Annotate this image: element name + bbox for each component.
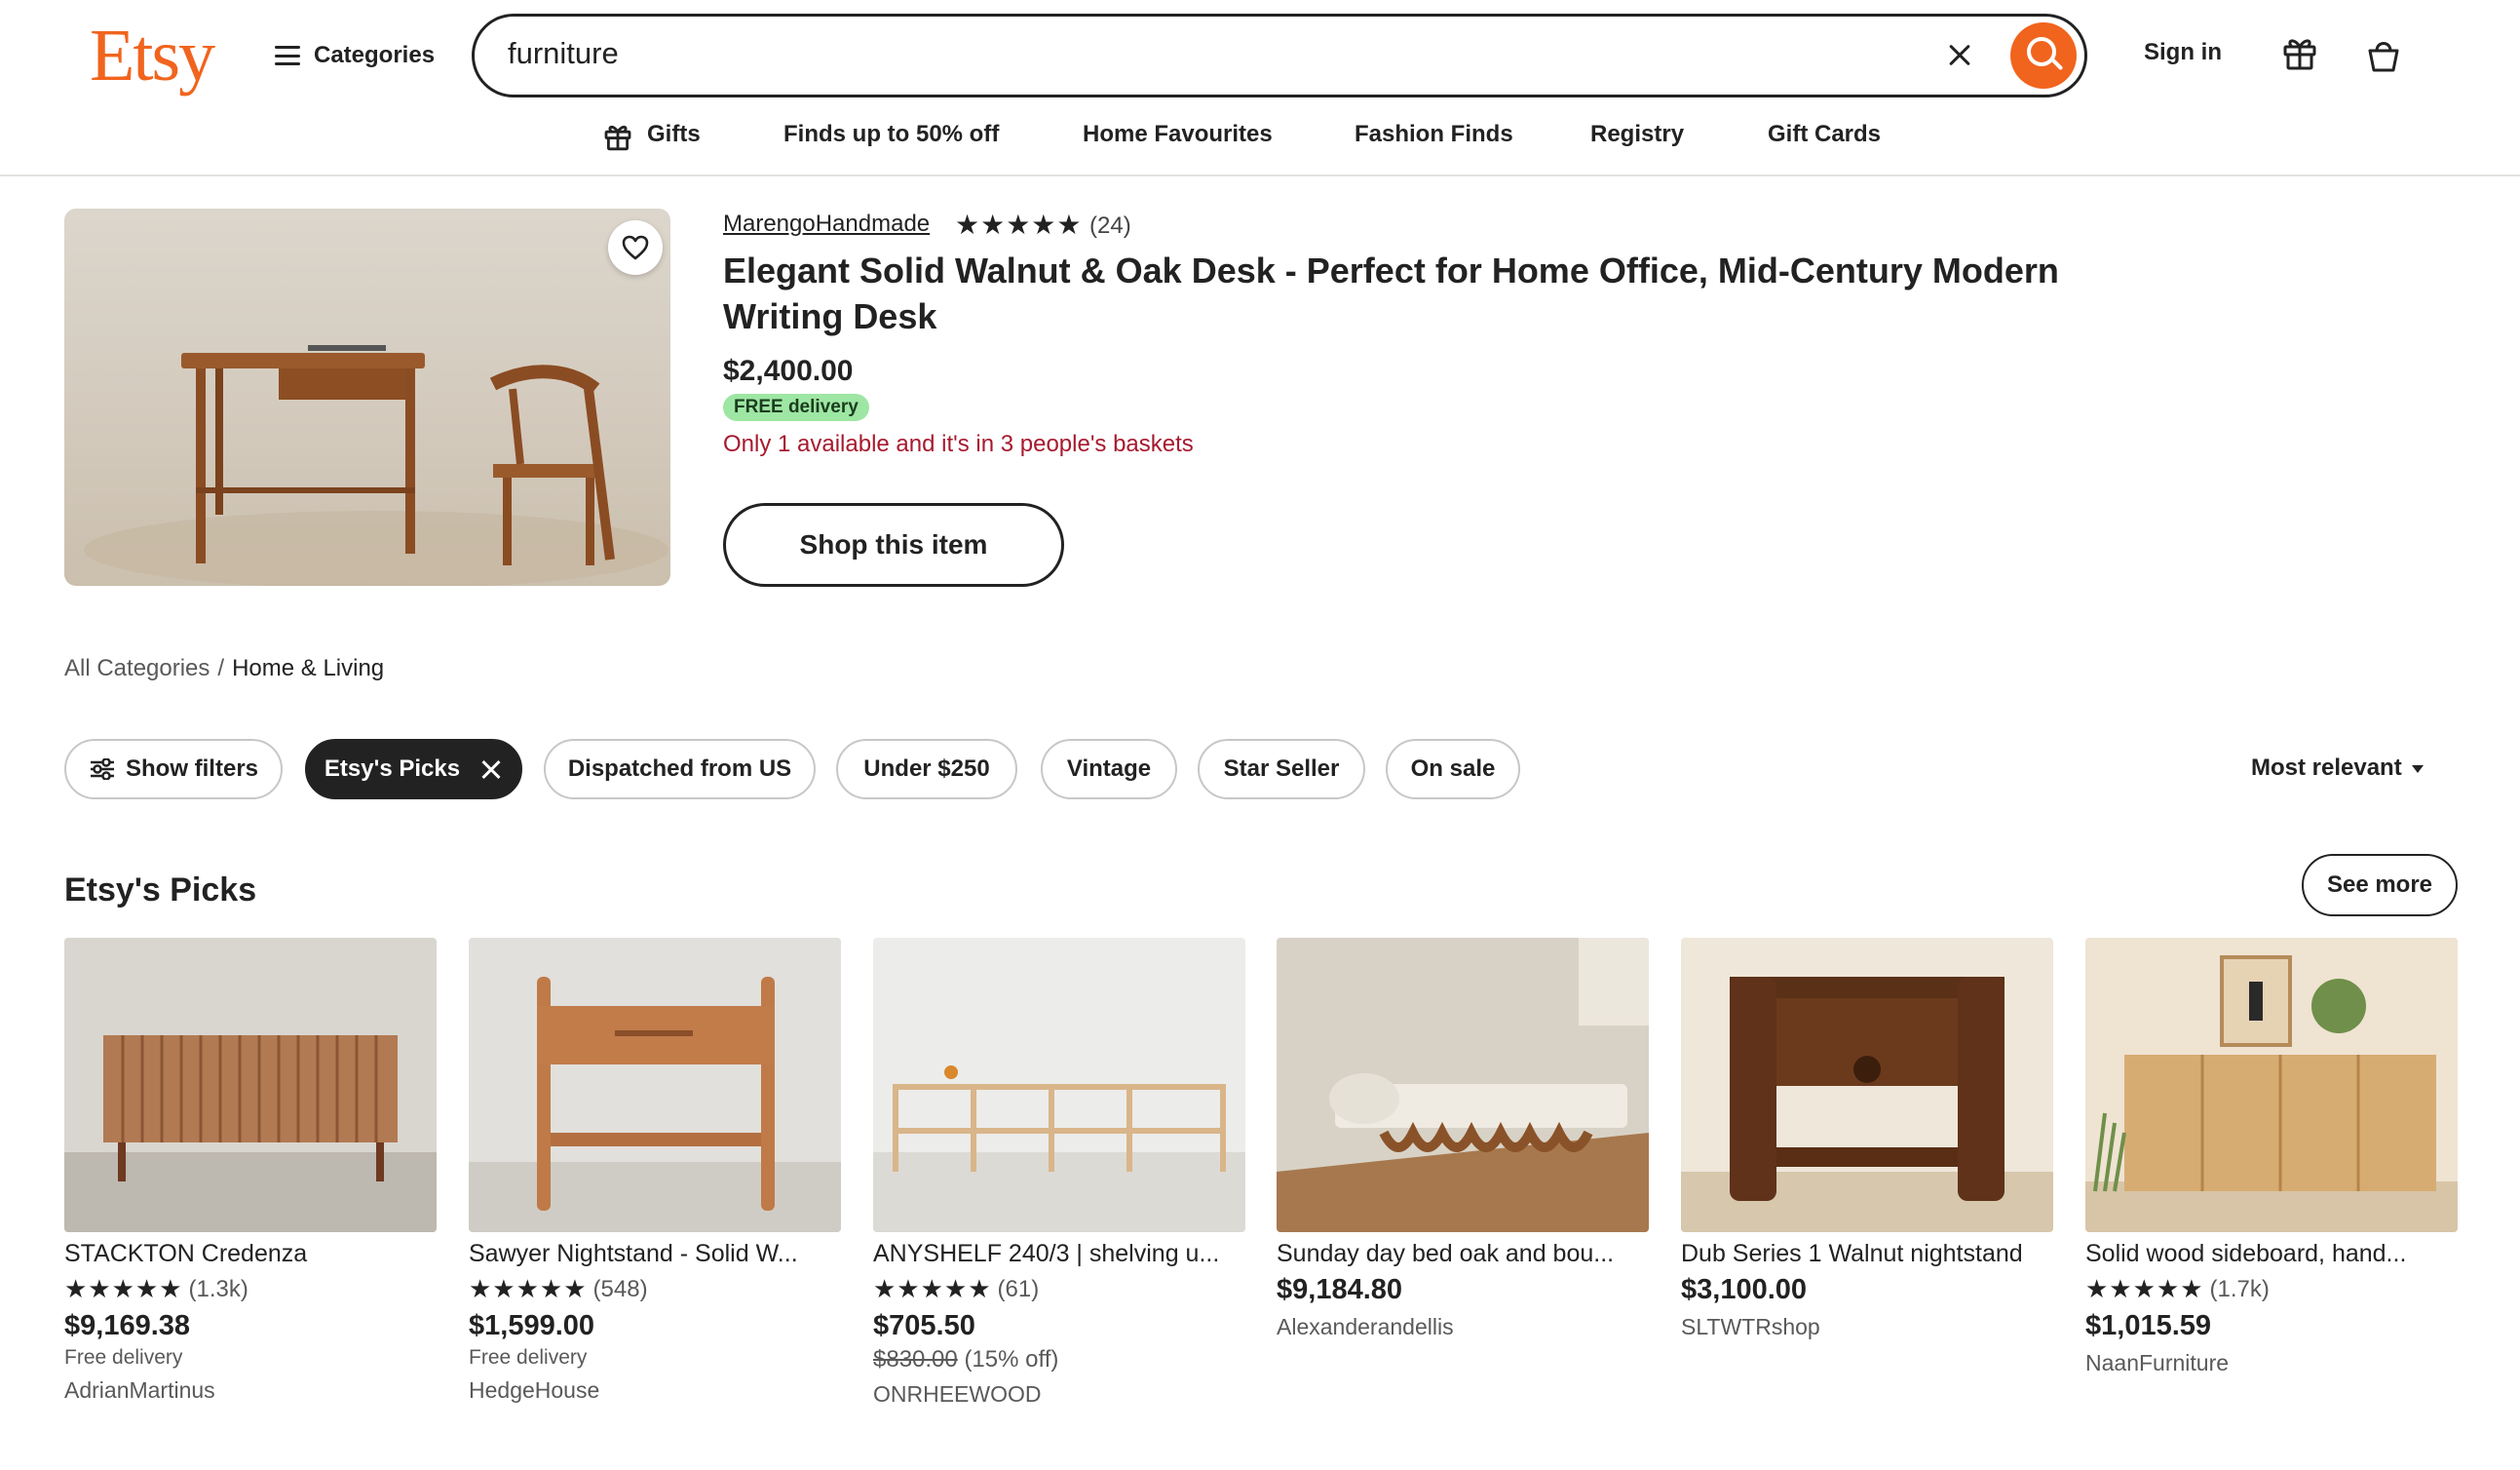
nav-gifts[interactable]: Gifts xyxy=(647,121,701,148)
categories-label: Categories xyxy=(314,42,436,68)
chip-label: Etsy's Picks xyxy=(324,755,461,782)
see-more-button[interactable]: See more xyxy=(2302,854,2458,916)
listing-image[interactable] xyxy=(1681,938,2053,1232)
listing-image[interactable] xyxy=(469,938,841,1232)
site-header: Etsy Categories Sign in Gifts Find xyxy=(0,0,2520,176)
sort-label: Most relevant xyxy=(2251,754,2402,781)
breadcrumb: All Categories / Home & Living xyxy=(64,655,384,682)
featured-product-price: $2,400.00 xyxy=(723,355,854,387)
listing-title[interactable]: STACKTON Credenza xyxy=(64,1240,437,1268)
listing-price: $1,599.00 xyxy=(469,1310,595,1341)
show-filters-label: Show filters xyxy=(125,755,259,782)
cart-icon[interactable] xyxy=(2364,37,2403,74)
show-filters-button[interactable]: Show filters xyxy=(64,739,283,799)
review-count: (24) xyxy=(1089,213,1131,239)
listing-rating: ★★★★★ (548) xyxy=(469,1274,841,1304)
search-button[interactable] xyxy=(2010,22,2077,89)
review-count: (1.7k) xyxy=(2209,1275,2270,1302)
listing-image[interactable] xyxy=(873,938,1245,1232)
shop-this-item-button[interactable]: Shop this item xyxy=(723,503,1064,587)
gift-icon[interactable] xyxy=(2280,33,2319,72)
search-bar xyxy=(472,14,2087,97)
listing-rating: ★★★★★ (1.7k) xyxy=(2085,1274,2458,1304)
listing-card[interactable]: Sunday day bed oak and bou... $9,184.80 … xyxy=(1277,938,1649,1340)
rating-stars: ★★★★★ xyxy=(2085,1274,2204,1303)
search-input[interactable] xyxy=(508,36,1872,71)
listing-card[interactable]: ANYSHELF 240/3 | shelving u... ★★★★★ (61… xyxy=(873,938,1245,1408)
desk-illustration xyxy=(84,345,668,586)
heart-icon xyxy=(622,235,649,260)
review-count: (61) xyxy=(997,1275,1040,1302)
rating-stars: ★★★★★ xyxy=(955,210,1083,240)
nav-finds-50-off[interactable]: Finds up to 50% off xyxy=(783,121,999,148)
listing-shop: SLTWTRshop xyxy=(1681,1314,1820,1339)
breadcrumb-home-living[interactable]: Home & Living xyxy=(232,655,384,681)
breadcrumb-separator: / xyxy=(217,655,225,681)
review-count: (1.3k) xyxy=(188,1275,248,1302)
caret-down-icon xyxy=(2411,764,2424,773)
listing-card[interactable]: Solid wood sideboard, hand... ★★★★★ (1.7… xyxy=(2085,938,2458,1376)
rating-stars: ★★★★★ xyxy=(64,1274,183,1303)
filter-icon xyxy=(90,758,114,780)
listing-price: $9,184.80 xyxy=(1277,1274,1403,1305)
listing-card[interactable]: Sawyer Nightstand - Solid W... ★★★★★ (54… xyxy=(469,938,841,1404)
chip-star-seller[interactable]: Star Seller xyxy=(1198,739,1365,799)
listing-price: $705.50 xyxy=(873,1310,975,1341)
sign-in-link[interactable]: Sign in xyxy=(2144,39,2222,66)
listing-title[interactable]: Solid wood sideboard, hand... xyxy=(2085,1240,2458,1268)
chip-dispatched-from-us[interactable]: Dispatched from US xyxy=(544,739,816,799)
listing-price: $1,015.59 xyxy=(2085,1310,2212,1341)
menu-icon xyxy=(275,46,300,65)
clear-search-icon[interactable] xyxy=(1942,38,1977,73)
listing-title[interactable]: Sunday day bed oak and bou... xyxy=(1277,1240,1649,1268)
chip-etsys-picks[interactable]: Etsy's Picks xyxy=(305,739,522,799)
rating-stars: ★★★★★ xyxy=(469,1274,588,1303)
availability-notice: Only 1 available and it's in 3 people's … xyxy=(723,431,1194,457)
free-delivery-badge: FREE delivery xyxy=(723,394,869,421)
sort-dropdown[interactable]: Most relevant xyxy=(2251,754,2424,782)
listing-title[interactable]: Dub Series 1 Walnut nightstand xyxy=(1681,1240,2053,1268)
listing-shop: HedgeHouse xyxy=(469,1377,600,1403)
chip-under-250[interactable]: Under $250 xyxy=(836,739,1017,799)
gift-icon xyxy=(604,126,631,151)
nav-home-favourites[interactable]: Home Favourites xyxy=(1083,121,1273,148)
featured-product-title[interactable]: Elegant Solid Walnut & Oak Desk - Perfec… xyxy=(723,248,2087,339)
listing-delivery: Free delivery xyxy=(469,1346,588,1369)
listing-image[interactable] xyxy=(64,938,437,1232)
category-nav: Gifts Finds up to 50% off Home Favourite… xyxy=(0,115,2520,156)
listing-title[interactable]: Sawyer Nightstand - Solid W... xyxy=(469,1240,841,1268)
listing-shop: ONRHEEWOOD xyxy=(873,1381,1042,1407)
discount-percent: (15% off) xyxy=(964,1346,1059,1373)
listing-image[interactable] xyxy=(2085,938,2458,1232)
review-count: (548) xyxy=(592,1275,648,1302)
listing-title[interactable]: ANYSHELF 240/3 | shelving u... xyxy=(873,1240,1245,1268)
nav-gift-cards[interactable]: Gift Cards xyxy=(1768,121,1881,148)
listing-price: $9,169.38 xyxy=(64,1310,191,1341)
nav-registry[interactable]: Registry xyxy=(1590,121,1684,148)
featured-product-image[interactable] xyxy=(64,209,670,586)
listing-card[interactable]: Dub Series 1 Walnut nightstand $3,100.00… xyxy=(1681,938,2053,1340)
listing-delivery: Free delivery xyxy=(64,1346,183,1369)
shop-name-link[interactable]: MarengoHandmade xyxy=(723,211,930,238)
breadcrumb-all-categories[interactable]: All Categories xyxy=(64,655,210,681)
listing-rating: ★★★★★ (1.3k) xyxy=(64,1274,437,1304)
listing-rating: ★★★★★ (61) xyxy=(873,1274,1245,1304)
listing-shop: NaanFurniture xyxy=(2085,1350,2230,1375)
listing-image[interactable] xyxy=(1277,938,1649,1232)
listing-price: $3,100.00 xyxy=(1681,1274,1808,1305)
listing-card[interactable]: STACKTON Credenza ★★★★★ (1.3k) $9,169.38… xyxy=(64,938,437,1404)
etsy-logo[interactable]: Etsy xyxy=(90,14,215,98)
section-title: Etsy's Picks xyxy=(64,871,257,909)
listing-shop: Alexanderandellis xyxy=(1277,1314,1454,1339)
rating-stars: ★★★★★ xyxy=(873,1274,992,1303)
chip-vintage[interactable]: Vintage xyxy=(1041,739,1177,799)
nav-fashion-finds[interactable]: Fashion Finds xyxy=(1355,121,1513,148)
remove-filter-icon[interactable] xyxy=(479,757,503,781)
original-price: $830.00 xyxy=(873,1346,958,1373)
categories-button[interactable]: Categories xyxy=(275,29,435,82)
chip-on-sale[interactable]: On sale xyxy=(1386,739,1520,799)
favorite-button[interactable] xyxy=(608,220,663,275)
listing-original-price: $830.00 (15% off) xyxy=(873,1346,1245,1373)
listing-shop: AdrianMartinus xyxy=(64,1377,215,1403)
